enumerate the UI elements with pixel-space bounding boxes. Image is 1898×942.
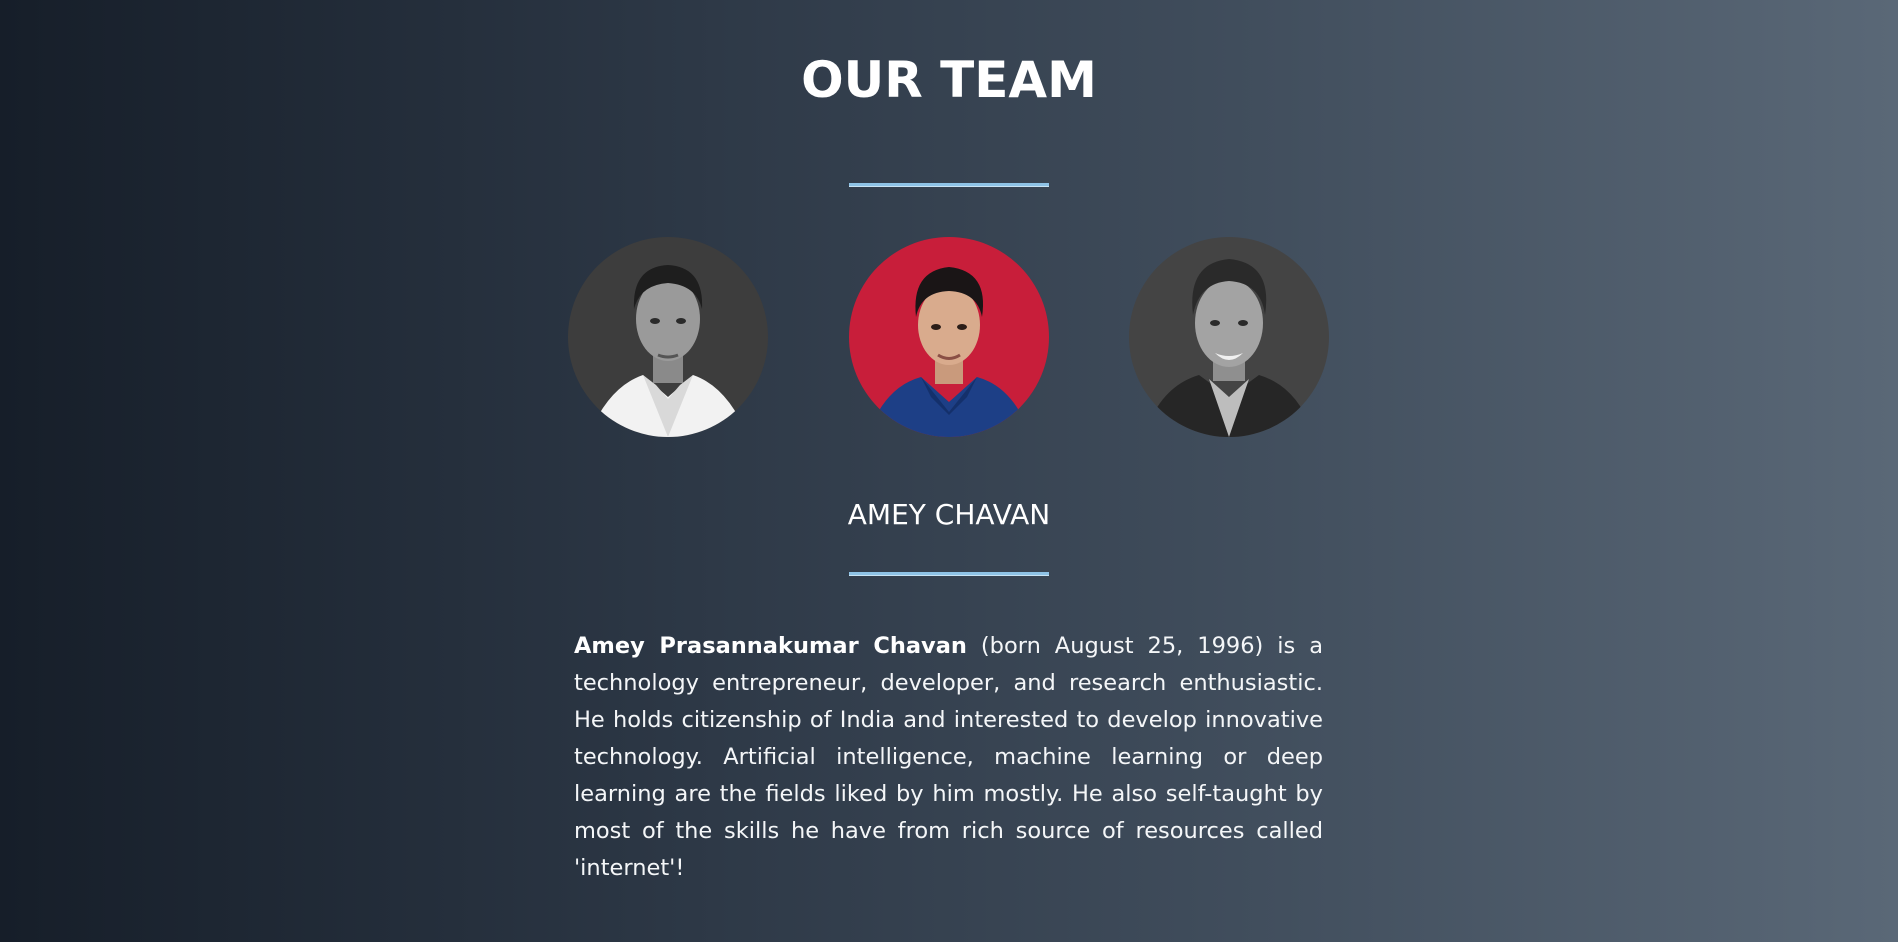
bio-text: (born August 25, 1996) is a technology e… [574,633,1323,881]
team-avatars [0,237,1898,437]
name-divider [849,572,1049,576]
bio-full-name: Amey Prasannakumar Chavan [574,633,967,659]
team-member-avatar-3[interactable] [1129,237,1329,437]
title-divider [849,183,1049,187]
avatar-photo-3 [1129,237,1329,437]
selected-member-name: AMEY CHAVAN [847,498,1051,531]
avatar-photo-1 [568,237,768,437]
avatar-photo-2 [849,237,1049,437]
page-title: OUR TEAM [801,51,1097,109]
team-page: OUR TEAM AMEY CHAVAN Amey Prasannakumar … [0,0,1898,942]
team-member-avatar-2[interactable] [849,237,1049,437]
member-bio: Amey Prasannakumar Chavan (born August 2… [574,628,1323,887]
team-member-avatar-1[interactable] [568,237,768,437]
